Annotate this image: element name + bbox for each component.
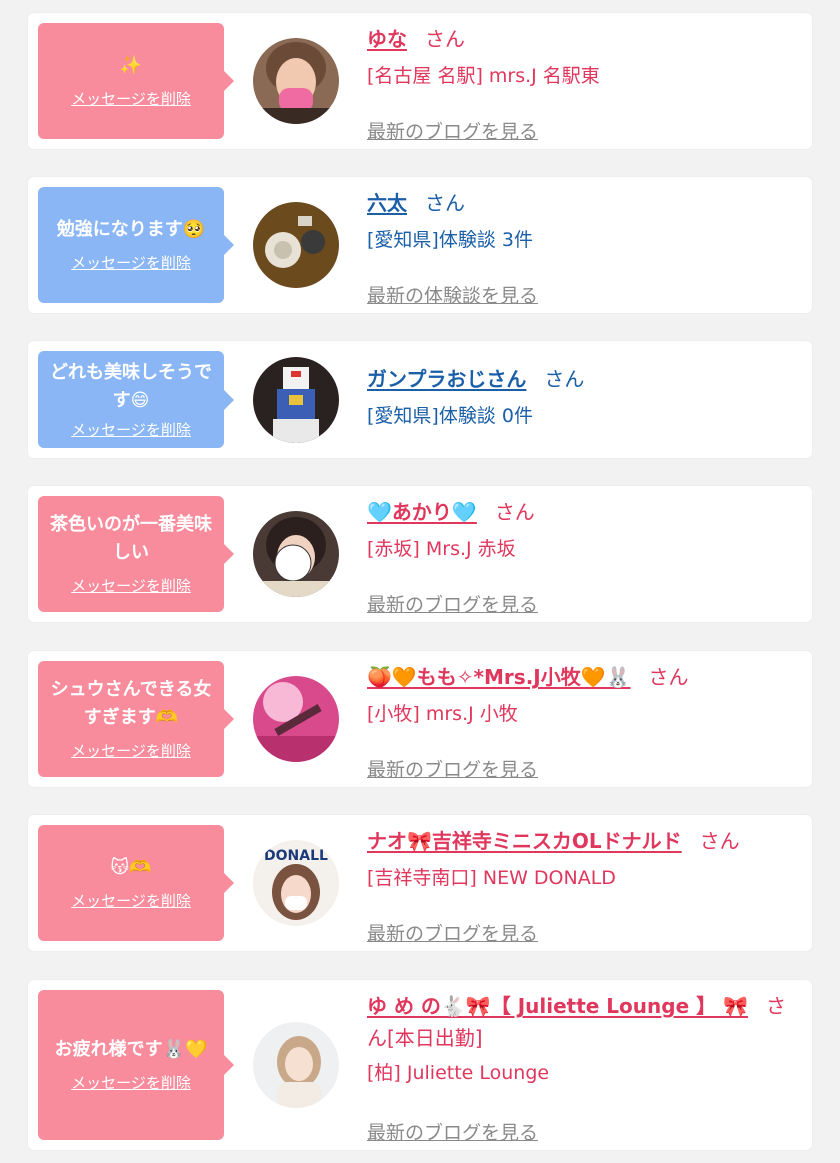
honorific: さん <box>425 27 465 51</box>
user-info: ナオ🎀吉祥寺ミニスカOLドナルド さん [吉祥寺南口] NEW DONALD 最新… <box>367 825 797 945</box>
avatar[interactable] <box>253 676 339 762</box>
latest-blog-link[interactable]: 最新のブログを見る <box>367 755 538 785</box>
shop-label: [柏] Juliette Lounge <box>367 1062 550 1084</box>
user-name-link[interactable]: 🍑🧡もも✧*Mrs.J小牧🧡🐰 <box>367 665 631 689</box>
list-item: ✨ メッセージを削除 ゆな さん [名古屋 名駅] mrs.J 名駅東 最新のブロ… <box>28 13 812 149</box>
message-list: ✨ メッセージを削除 ゆな さん [名古屋 名駅] mrs.J 名駅東 最新のブロ… <box>0 0 840 1163</box>
shop-label: [愛知県]体験談 3件 <box>367 229 533 251</box>
message-bubble: お疲れ様です🐰💛 メッセージを削除 <box>38 990 234 1140</box>
honorific: さん <box>544 367 585 391</box>
avatar[interactable] <box>253 1022 339 1108</box>
user-name-link[interactable]: ゆな <box>367 27 407 51</box>
avatar[interactable]: DONALL <box>253 840 339 926</box>
user-info: 六太 さん [愛知県]体験談 3件 最新の体験談を見る <box>367 187 797 307</box>
honorific: さん <box>494 500 535 524</box>
avatar[interactable] <box>253 38 339 124</box>
user-info: ガンプラおじさん さん [愛知県]体験談 0件 <box>367 363 797 431</box>
shop-label: [小牧] mrs.J 小牧 <box>367 703 518 725</box>
delete-message-link[interactable]: メッセージを削除 <box>71 890 191 912</box>
message-bubble: 茶色いのが一番美味しい メッセージを削除 <box>38 496 234 612</box>
list-item: 茶色いのが一番美味しい メッセージを削除 🩵あかり🩵 さん [赤坂] Mrs.J … <box>28 486 812 622</box>
message-bubble: ✨ メッセージを削除 <box>38 23 234 139</box>
avatar[interactable] <box>253 202 339 288</box>
list-item: シュウさんできる女すぎます🫶 メッセージを削除 🍑🧡もも✧*Mrs.J小牧🧡🐰 さ… <box>28 651 812 787</box>
message-text: 😽🫶 <box>110 857 152 878</box>
delete-message-link[interactable]: メッセージを削除 <box>71 252 191 274</box>
shop-label: [赤坂] Mrs.J 赤坂 <box>367 538 516 560</box>
message-bubble: シュウさんできる女すぎます🫶 メッセージを削除 <box>38 661 234 777</box>
honorific: さん <box>648 665 689 689</box>
avatar-sign-text: DONALL <box>264 848 328 864</box>
message-text: ✨ <box>119 55 143 76</box>
shop-label: [名古屋 名駅] mrs.J 名駅東 <box>367 65 600 87</box>
shop-label: [愛知県]体験談 0件 <box>367 405 533 427</box>
avatar[interactable] <box>253 511 339 597</box>
user-info: ゆ め の🐇🎀【 Juliette Lounge 】 🎀 さ ん[本日出勤] [柏… <box>367 990 797 1144</box>
user-info: ゆな さん [名古屋 名駅] mrs.J 名駅東 最新のブログを見る <box>367 23 797 143</box>
message-text: シュウさんできる女すぎます🫶 <box>50 679 212 728</box>
delete-message-link[interactable]: メッセージを削除 <box>71 575 191 597</box>
list-item: 😽🫶 メッセージを削除 DONALL ナオ🎀吉祥寺ミニスカOLドナルド さん [吉… <box>28 815 812 951</box>
latest-blog-link[interactable]: 最新のブログを見る <box>367 590 538 620</box>
avatar[interactable] <box>253 357 339 443</box>
user-name-link[interactable]: 六太 <box>367 191 407 215</box>
delete-message-link[interactable]: メッセージを削除 <box>71 419 191 441</box>
delete-message-link[interactable]: メッセージを削除 <box>71 740 191 762</box>
message-bubble: 勉強になります🥺 メッセージを削除 <box>38 187 234 303</box>
latest-blog-link[interactable]: 最新のブログを見る <box>367 1118 538 1148</box>
list-item: どれも美味しそうです😄 メッセージを削除 ガンプラおじさん さん [愛知県]体験談… <box>28 341 812 458</box>
latest-blog-link[interactable]: 最新のブログを見る <box>367 919 538 949</box>
list-item: お疲れ様です🐰💛 メッセージを削除 ゆ め の🐇🎀【 Juliette Loun… <box>28 980 812 1150</box>
user-name-link[interactable]: ゆ め の🐇🎀【 Juliette Lounge 】 🎀 <box>367 994 748 1018</box>
user-name-link[interactable]: 🩵あかり🩵 <box>367 500 477 524</box>
user-info: 🩵あかり🩵 さん [赤坂] Mrs.J 赤坂 最新のブログを見る <box>367 496 797 616</box>
delete-message-link[interactable]: メッセージを削除 <box>71 88 191 110</box>
shop-label: [吉祥寺南口] NEW DONALD <box>367 867 616 889</box>
message-bubble: どれも美味しそうです😄 メッセージを削除 <box>38 351 234 448</box>
user-name-continued: ん[本日出勤] <box>367 1026 483 1050</box>
message-bubble: 😽🫶 メッセージを削除 <box>38 825 234 941</box>
message-text: 茶色いのが一番美味しい <box>50 514 212 563</box>
user-info: 🍑🧡もも✧*Mrs.J小牧🧡🐰 さん [小牧] mrs.J 小牧 最新のブログを見… <box>367 661 797 781</box>
honorific: さん <box>425 191 465 215</box>
latest-blog-link[interactable]: 最新のブログを見る <box>367 117 538 147</box>
user-name-link[interactable]: ナオ🎀吉祥寺ミニスカOLドナルド <box>367 829 682 853</box>
message-text: お疲れ様です🐰💛 <box>54 1039 208 1060</box>
message-text: どれも美味しそうです😄 <box>50 361 212 411</box>
message-text: 勉強になります🥺 <box>56 219 206 240</box>
delete-message-link[interactable]: メッセージを削除 <box>71 1072 191 1094</box>
honorific: さ <box>765 994 786 1018</box>
latest-report-link[interactable]: 最新の体験談を見る <box>367 281 538 311</box>
list-item: 勉強になります🥺 メッセージを削除 六太 さん [愛知県]体験談 3件 最新の体験… <box>28 177 812 313</box>
honorific: さん <box>699 829 740 853</box>
user-name-link[interactable]: ガンプラおじさん <box>367 367 526 391</box>
